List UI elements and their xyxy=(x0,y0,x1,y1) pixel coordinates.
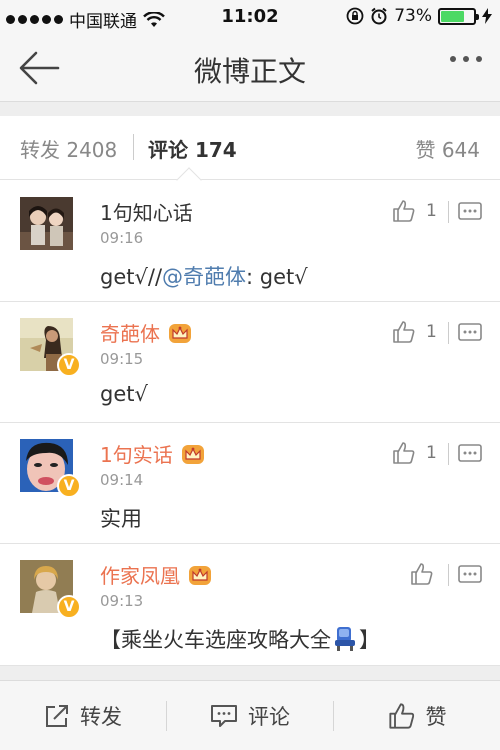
tab-bar: 转发 2408 评论 174 赞 644 xyxy=(0,116,500,193)
avatar[interactable]: V xyxy=(20,439,81,498)
user-name-text: 1句知心话 xyxy=(100,201,193,225)
comment-time: 09:16 xyxy=(100,229,144,247)
status-right-group: 73% xyxy=(346,6,492,26)
user-name[interactable]: 作家凤凰 xyxy=(100,560,212,589)
comment-bubble-icon xyxy=(211,705,237,727)
tab-likes[interactable]: 赞 644 xyxy=(415,134,480,163)
battery-percent: 73% xyxy=(394,6,432,26)
avatar[interactable]: V xyxy=(20,560,81,619)
comment-text: get√ xyxy=(100,382,148,406)
thumbs-up-icon xyxy=(393,321,415,343)
comment-text-part: 【乘坐火车选座攻略大全 xyxy=(100,628,331,652)
comment-text-part: get√// xyxy=(100,265,163,289)
comment-menu-icon xyxy=(458,565,482,583)
user-name-text: 奇葩体 xyxy=(100,322,160,346)
like-count: 1 xyxy=(426,201,437,221)
tab-comments-label: 评论 xyxy=(148,138,188,162)
comment-label: 评论 xyxy=(248,705,290,729)
like-count: 1 xyxy=(426,322,437,342)
charging-icon xyxy=(482,8,492,24)
action-divider xyxy=(448,322,449,344)
tab-divider xyxy=(133,134,134,160)
user-name[interactable]: 1句实话 xyxy=(100,439,205,468)
comment-menu-button[interactable] xyxy=(458,201,482,221)
thumbs-up-icon xyxy=(411,563,433,585)
action-divider xyxy=(448,201,449,223)
avatar[interactable] xyxy=(20,197,73,250)
user-name[interactable]: 奇葩体 xyxy=(100,318,192,347)
comment-item: V 奇葩体 09:15 get√ 1 xyxy=(0,302,500,423)
mention-link[interactable]: @奇葩体 xyxy=(162,265,246,289)
avatar[interactable]: V xyxy=(20,318,81,377)
crown-icon xyxy=(181,444,204,464)
comment-menu-button[interactable] xyxy=(458,443,482,463)
comment-text-part: : get√ xyxy=(246,265,308,289)
comment-menu-button[interactable] xyxy=(458,564,482,584)
thumbs-up-icon xyxy=(393,442,415,464)
verified-badge: V xyxy=(57,595,81,619)
crown-icon xyxy=(189,565,211,585)
orientation-lock-icon xyxy=(346,7,364,25)
comment-menu-icon xyxy=(458,202,482,220)
verified-badge: V xyxy=(57,474,81,498)
nav-bar: 微博正文 xyxy=(0,34,500,102)
like-button[interactable]: 1 xyxy=(392,320,437,344)
comment-item: 1句知心话 09:16 get√//@奇葩体: get√ 1 xyxy=(0,181,500,302)
page-title: 微博正文 xyxy=(193,55,306,88)
comment-item: V 作家凤凰 09:13 【乘坐火车选座攻略大全 】 xyxy=(0,544,500,666)
separator-strip xyxy=(0,666,500,680)
like-button[interactable]: 1 xyxy=(392,199,437,223)
battery-icon xyxy=(438,7,479,25)
user-name-text: 1句实话 xyxy=(100,443,173,467)
like-post-button[interactable]: 赞 xyxy=(334,681,500,750)
repost-button[interactable]: 转发 xyxy=(0,681,166,750)
like-button[interactable] xyxy=(410,562,444,586)
user-name-text: 作家凤凰 xyxy=(100,564,180,588)
action-divider xyxy=(448,564,449,586)
action-divider xyxy=(448,443,449,465)
comment-menu-icon xyxy=(458,444,482,462)
comment-menu-icon xyxy=(458,323,482,341)
verified-badge: V xyxy=(57,353,81,377)
more-dots-icon xyxy=(450,56,456,62)
comment-text: 实用 xyxy=(100,507,142,531)
comment-item: V 1句实话 09:14 实用 1 xyxy=(0,423,500,544)
more-button[interactable] xyxy=(450,56,482,62)
comment-time: 09:15 xyxy=(100,350,144,368)
train-seat-emoji-icon xyxy=(335,627,355,651)
tab-comments[interactable]: 评论 174 xyxy=(148,134,237,163)
bottom-toolbar: 转发 评论 赞 xyxy=(0,680,500,750)
comment-menu-button[interactable] xyxy=(458,322,482,342)
status-bar: 中国联通 11:02 73% xyxy=(0,0,500,34)
like-button[interactable]: 1 xyxy=(392,441,437,465)
user-name[interactable]: 1句知心话 xyxy=(100,197,193,226)
repost-label: 转发 xyxy=(80,705,122,729)
battery-fill xyxy=(441,10,465,22)
thumbs-up-icon xyxy=(393,200,415,222)
share-icon xyxy=(46,705,68,727)
tab-reposts[interactable]: 转发 2408 xyxy=(20,134,117,163)
like-count: 1 xyxy=(426,443,437,463)
thumbs-up-icon xyxy=(388,703,414,729)
comment-button[interactable]: 评论 xyxy=(167,681,333,750)
comment-text: 【乘坐火车选座攻略大全 】 xyxy=(100,624,380,654)
alarm-icon xyxy=(371,7,387,25)
avatar-image xyxy=(20,197,73,250)
comment-text: get√//@奇葩体: get√ xyxy=(100,261,308,291)
like-label: 赞 xyxy=(425,705,447,729)
tab-comments-count: 174 xyxy=(194,138,237,162)
comment-text-part: 】 xyxy=(359,628,380,652)
comment-time: 09:13 xyxy=(100,592,144,610)
separator-strip xyxy=(0,102,500,116)
comment-time: 09:14 xyxy=(100,471,144,489)
crown-icon xyxy=(169,323,191,343)
